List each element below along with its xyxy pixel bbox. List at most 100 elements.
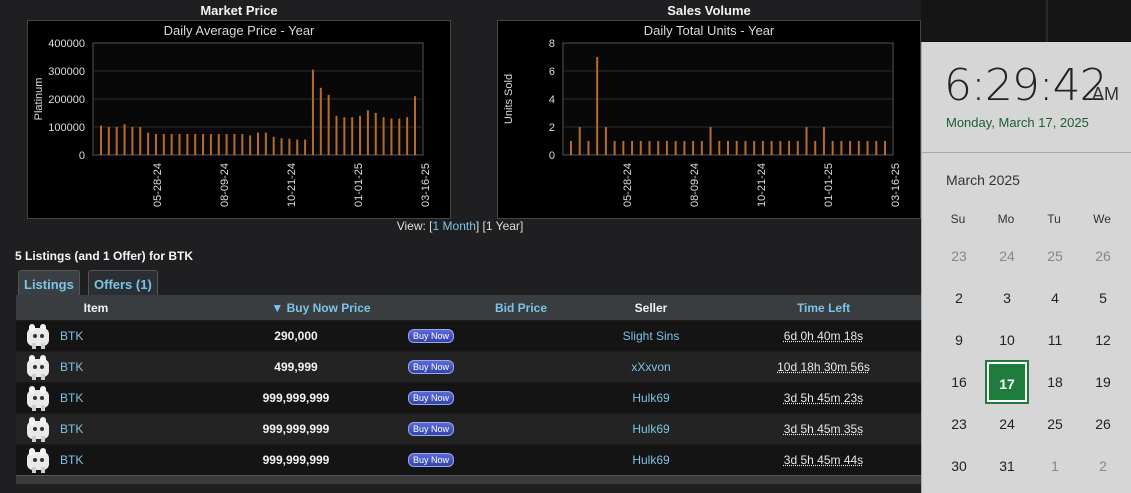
view-suffix: ] <box>519 219 524 233</box>
seller-link[interactable]: Slight Sins <box>576 329 726 343</box>
seller-link[interactable]: Hulk69 <box>576 453 726 467</box>
btk-item-icon[interactable] <box>24 321 54 351</box>
item-name-link[interactable]: BTK <box>60 329 83 343</box>
x-tick-label: 01-01-25 <box>823 163 835 207</box>
btk-item-icon[interactable] <box>24 352 54 382</box>
table-horizontal-scrollbar[interactable] <box>16 475 921 484</box>
calendar-day[interactable]: 26 <box>1083 236 1123 276</box>
bar <box>107 127 110 155</box>
btk-item-icon[interactable] <box>24 414 54 444</box>
x-tick-label: 08-09-24 <box>689 163 701 207</box>
x-tick-label: 05-28-24 <box>152 163 164 207</box>
calendar-day[interactable]: 11 <box>1035 320 1075 360</box>
buy-now-price: 499,999 <box>274 360 318 374</box>
bar <box>280 138 283 155</box>
bar <box>319 87 322 155</box>
bar <box>288 138 291 155</box>
item-name-link[interactable]: BTK <box>60 422 83 436</box>
clock-date-link[interactable]: Monday, March 17, 2025 <box>946 115 1089 130</box>
bar <box>131 127 134 155</box>
btk-item-icon[interactable] <box>24 383 54 413</box>
calendar-day[interactable]: 26 <box>1083 404 1123 444</box>
bar <box>735 141 738 155</box>
bar <box>359 115 362 155</box>
buy-now-button[interactable]: Buy Now <box>407 391 454 405</box>
x-tick-label: 10-21-24 <box>756 163 768 207</box>
calendar-day[interactable]: 24 <box>987 236 1027 276</box>
bar <box>217 134 220 155</box>
calendar-day[interactable]: 23 <box>939 236 979 276</box>
sales-volume-heading: Sales Volume <box>667 3 751 18</box>
calendar-day[interactable]: 25 <box>1035 404 1075 444</box>
calendar-day-today[interactable]: 17 <box>985 360 1029 404</box>
buy-now-button[interactable]: Buy Now <box>407 360 454 374</box>
bar <box>178 134 181 155</box>
x-tick-label: 01-01-25 <box>353 163 365 207</box>
calendar-day[interactable]: 1 <box>1035 446 1075 486</box>
view-1-year-label[interactable]: 1 Year <box>486 219 520 233</box>
calendar-day[interactable]: 2 <box>939 278 979 318</box>
bar <box>744 141 747 155</box>
btk-item-icon[interactable] <box>24 445 54 475</box>
bar <box>692 141 695 155</box>
item-cell: BTK <box>16 445 176 475</box>
x-tick-label: 10-21-24 <box>286 163 298 207</box>
bar <box>414 96 416 155</box>
buy-now-button[interactable]: Buy Now <box>407 453 454 467</box>
calendar-day[interactable]: 3 <box>987 278 1027 318</box>
bar <box>796 141 799 155</box>
bar <box>674 141 677 155</box>
clock-ampm: AM <box>1092 84 1119 104</box>
calendar-day[interactable]: 2 <box>1083 446 1123 486</box>
calendar-day[interactable]: 18 <box>1035 362 1075 402</box>
table-row: BTK 999,999,999 Buy Now Hulk69 3d 5h 45m 44s <box>16 444 921 475</box>
item-name-link[interactable]: BTK <box>60 391 83 405</box>
buy-now-button[interactable]: Buy Now <box>407 422 454 436</box>
calendar-day[interactable]: 19 <box>1083 362 1123 402</box>
bar <box>162 134 165 155</box>
calendar-day[interactable]: 30 <box>939 446 979 486</box>
calendar-day[interactable]: 4 <box>1035 278 1075 318</box>
bar <box>327 94 330 155</box>
header-buy-now-price[interactable]: ▼ Buy Now Price <box>176 295 466 320</box>
tab-offers[interactable]: Offers (1) <box>88 270 158 296</box>
table-row: BTK 290,000 Buy Now Slight Sins 6d 0h 40m 18… <box>16 320 921 351</box>
calendar-day[interactable]: 16 <box>939 362 979 402</box>
seller-link[interactable]: Hulk69 <box>576 391 726 405</box>
header-seller[interactable]: Seller <box>576 295 726 320</box>
header-item[interactable]: Item <box>16 295 176 320</box>
bar <box>351 117 354 155</box>
header-bid-price[interactable]: Bid Price <box>466 295 576 320</box>
bar <box>814 141 817 155</box>
tab-listings[interactable]: Listings <box>18 270 80 296</box>
bar <box>875 141 878 155</box>
bar <box>622 141 625 155</box>
item-name-link[interactable]: BTK <box>60 453 83 467</box>
view-1-month-link[interactable]: 1 Month <box>433 219 476 233</box>
calendar-day[interactable]: 12 <box>1083 320 1123 360</box>
seller-link[interactable]: xXxvon <box>576 360 726 374</box>
calendar-day[interactable]: 25 <box>1035 236 1075 276</box>
calendar-day[interactable]: 10 <box>987 320 1027 360</box>
y-tick-label: 6 <box>549 66 555 78</box>
bar <box>390 118 393 155</box>
calendar-month-label[interactable]: March 2025 <box>946 172 1020 188</box>
item-name-link[interactable]: BTK <box>60 360 83 374</box>
x-tick-label: 03-16-25 <box>890 163 902 207</box>
bar <box>596 57 599 155</box>
calendar-day[interactable]: 23 <box>939 404 979 444</box>
buy-now-button[interactable]: Buy Now <box>407 329 454 343</box>
header-time-left[interactable]: Time Left <box>726 295 921 320</box>
seller-link[interactable]: Hulk69 <box>576 422 726 436</box>
listings-title: 5 Listings (and 1 Offer) for BTK <box>15 249 194 263</box>
calendar-day[interactable]: 31 <box>987 446 1027 486</box>
calendar-day[interactable]: 5 <box>1083 278 1123 318</box>
calendar-day[interactable]: 24 <box>987 404 1027 444</box>
bar <box>225 134 228 155</box>
calendar-day[interactable]: 9 <box>939 320 979 360</box>
bar <box>257 132 259 155</box>
taskbar-strip <box>921 0 1131 42</box>
bar <box>857 141 860 155</box>
market-price-heading: Market Price <box>200 3 278 18</box>
calendar-weekday-label: Tu <box>1047 212 1061 226</box>
